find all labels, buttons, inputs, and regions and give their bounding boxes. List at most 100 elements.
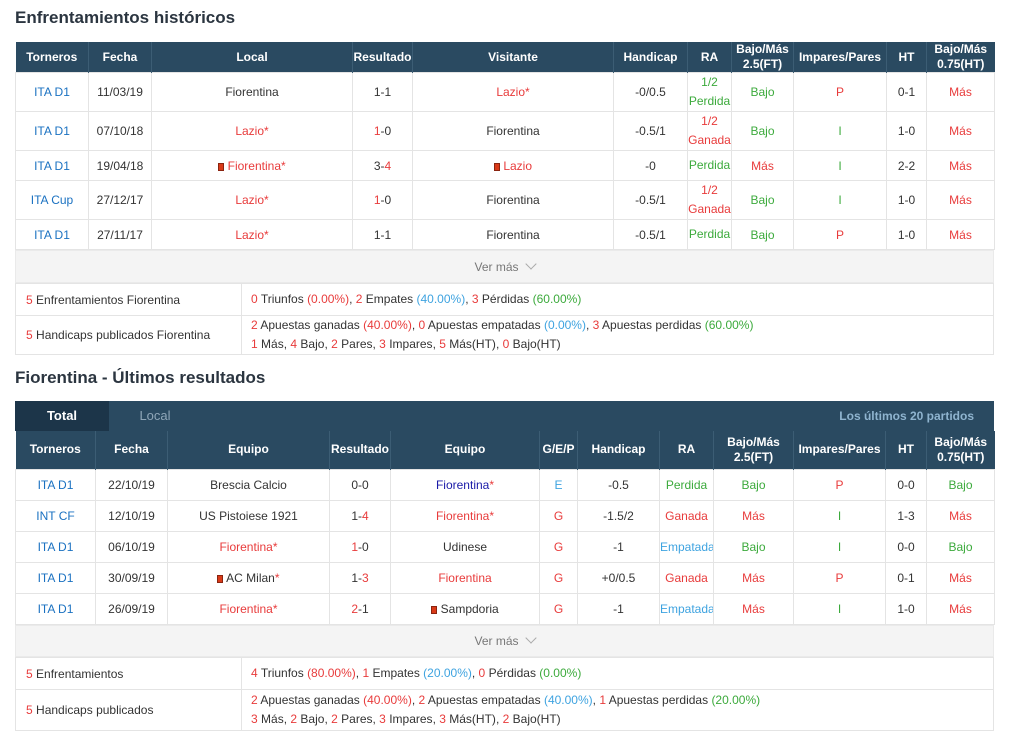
team-name[interactable]: Fiorentina — [219, 602, 272, 616]
team-name[interactable]: Lazio — [235, 228, 264, 242]
gep-cell: G — [539, 592, 578, 625]
summary-text: Apuestas ganadas — [260, 693, 360, 707]
summary-label: Enfrentamientos Fiorentina — [36, 292, 181, 307]
league-cell[interactable]: ITA D1 — [15, 111, 89, 151]
summary-number: 3 — [439, 712, 446, 726]
table-row: ITA D1 30/09/19 AC Milan* 1-3 Fiorentina G +0… — [15, 561, 995, 594]
league-cell[interactable]: ITA D1 — [15, 592, 96, 625]
red-card-icon — [431, 605, 438, 614]
team-name[interactable]: Sampdoria — [441, 602, 499, 616]
home-team-cell: Lazio* — [151, 111, 353, 151]
result-cell: 1-1 — [352, 219, 413, 250]
home-team-cell: Fiorentina* — [151, 150, 353, 181]
ra-cell: 1/2 Ganada — [687, 111, 732, 151]
team-name[interactable]: Fiorentina — [436, 478, 489, 492]
odd-even-cell: P — [793, 561, 886, 594]
over-under-cell: Más — [731, 150, 794, 181]
team-name[interactable]: Fiorentina — [228, 159, 281, 173]
score-home: 0 — [351, 477, 358, 492]
league-cell[interactable]: ITA D1 — [15, 219, 89, 250]
summary-text: Bajo(HT) — [512, 712, 561, 726]
home-team-cell: Fiorentina* — [167, 592, 330, 625]
summary-text: Más — [261, 712, 284, 726]
team-name[interactable]: Lazio — [235, 193, 264, 207]
summary-number: 1 — [599, 693, 607, 707]
handicap-cell: -0.5/1 — [613, 111, 688, 151]
team-name[interactable]: Fiorentina — [486, 193, 539, 207]
summary-text: Pérdidas — [488, 666, 536, 680]
team-name[interactable]: Lazio — [503, 159, 532, 173]
team-name[interactable]: AC Milan — [226, 571, 275, 585]
score-away: 3 — [362, 570, 369, 585]
table-row: ITA D1 26/09/19 Fiorentina* 2-1 Sampdoria G -… — [15, 592, 995, 625]
ra-cell: 1/2 Ganada — [687, 180, 732, 220]
summary-percent: (40.00%) — [363, 693, 412, 707]
odd-even-cell: P — [793, 72, 887, 112]
summary-number: 3 — [471, 292, 479, 306]
team-name[interactable]: Fiorentina — [486, 124, 539, 138]
team-name[interactable]: Lazio — [235, 124, 264, 138]
table-row: ITA D1 19/04/18 Fiorentina* 3-4 Lazio -0 Per… — [15, 150, 995, 181]
result-cell: 1-0 — [352, 180, 413, 220]
home-team-cell: Lazio* — [151, 180, 353, 220]
team-name[interactable]: Fiorentina — [225, 85, 278, 99]
ht-cell: 0-1 — [885, 561, 927, 594]
team-name[interactable]: Fiorentina — [486, 228, 539, 242]
summary-number: 0 — [418, 318, 426, 332]
show-more-button[interactable]: Ver más — [15, 250, 994, 283]
date-cell: 12/10/19 — [95, 499, 168, 532]
last-matches-label[interactable]: Los últimos 20 partidos — [839, 401, 974, 431]
league-cell[interactable]: ITA D1 — [15, 468, 96, 501]
col-header: Visitante — [412, 42, 614, 73]
home-marker: * — [264, 124, 269, 138]
col-header: Resultado — [329, 431, 391, 469]
summary-text: Impares — [389, 337, 433, 351]
score-home: 1 — [373, 124, 381, 138]
ht-cell: 0-0 — [885, 530, 927, 563]
score-away: 0 — [384, 124, 392, 138]
tab-total[interactable]: Total — [15, 401, 109, 431]
score-home: 2 — [351, 601, 358, 616]
summary-count: 5 — [26, 292, 33, 307]
summary-text: Apuestas perdidas — [602, 318, 702, 332]
summary-number: 0 — [251, 292, 258, 306]
league-cell[interactable]: ITA D1 — [15, 150, 89, 181]
summary-percent: (40.00%) — [363, 318, 412, 332]
league-cell[interactable]: ITA Cup — [15, 180, 89, 220]
home-marker: * — [489, 477, 495, 492]
red-card-icon — [217, 574, 224, 583]
team-name[interactable]: Lazio — [496, 85, 525, 99]
league-cell[interactable]: ITA D1 — [15, 72, 89, 112]
score-away: 0 — [362, 477, 369, 492]
col-header: HT — [886, 42, 927, 73]
col-header: Torneros — [15, 42, 89, 73]
league-cell[interactable]: INT CF — [15, 499, 96, 532]
date-cell: 07/10/18 — [88, 111, 152, 151]
col-header: RA — [659, 431, 714, 469]
team-name[interactable]: Brescia Calcio — [210, 478, 287, 492]
over-under-cell: Bajo — [731, 219, 794, 250]
result-cell: 1-3 — [329, 561, 391, 594]
summary-percent: (0.00%) — [543, 318, 586, 332]
team-name[interactable]: Fiorentina — [436, 509, 489, 523]
odd-even-cell: I — [793, 150, 887, 181]
league-cell[interactable]: ITA D1 — [15, 561, 96, 594]
league-cell[interactable]: ITA D1 — [15, 530, 96, 563]
summary-number: 2 — [331, 337, 338, 351]
team-name[interactable]: Udinese — [443, 540, 487, 554]
ht-cell: 1-0 — [886, 111, 927, 151]
team-name[interactable]: US Pistoiese 1921 — [199, 509, 298, 523]
score-home: 1 — [351, 508, 358, 523]
summary-label: Enfrentamientos — [36, 666, 124, 681]
show-more-button[interactable]: Ver más — [15, 625, 994, 657]
summary-number: 2 — [355, 292, 363, 306]
summary-number: 4 — [290, 337, 298, 351]
gep-cell: G — [539, 499, 578, 532]
team-name[interactable]: Fiorentina — [438, 571, 491, 585]
summary-text: Triunfos — [260, 292, 304, 306]
over-under-cell: Más — [713, 499, 794, 532]
tab-local[interactable]: Local — [109, 401, 201, 431]
team-name[interactable]: Fiorentina — [219, 540, 272, 554]
summary-text: Bajo — [300, 712, 325, 726]
score-home: 1 — [373, 227, 381, 242]
